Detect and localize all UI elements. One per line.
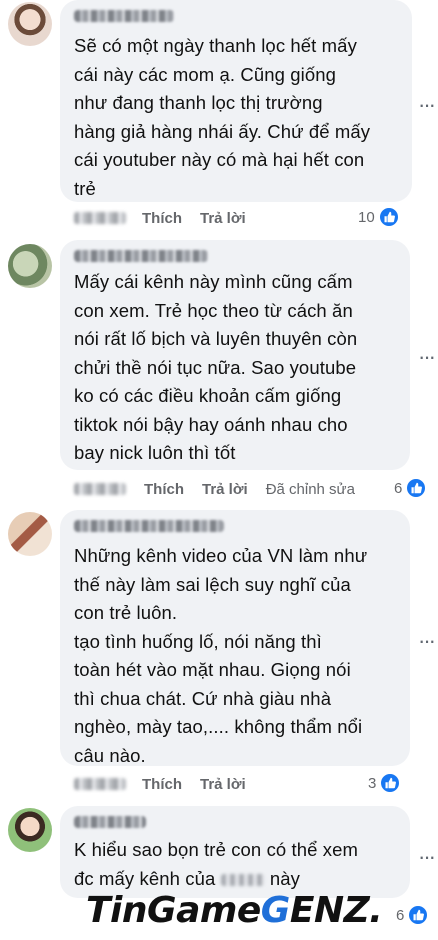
more-options-icon[interactable]: ··· [418, 846, 436, 868]
comment-bubble: Những kênh video của VN làm như thế này … [60, 510, 410, 766]
comment-actions: Thích Trả lời Đã chỉnh sửa [74, 477, 355, 501]
comment-actions: Thích Trả lời [74, 772, 264, 796]
reaction-summary[interactable]: 10 [358, 206, 400, 228]
more-options-icon[interactable]: ··· [418, 94, 436, 116]
like-link[interactable]: Thích [142, 210, 182, 227]
reply-link[interactable]: Trả lời [200, 776, 246, 793]
reaction-summary[interactable]: 6 [394, 477, 428, 499]
avatar[interactable] [8, 244, 52, 288]
avatar[interactable] [8, 808, 52, 852]
reply-link[interactable]: Trả lời [202, 481, 248, 498]
avatar[interactable] [8, 2, 52, 46]
reaction-summary[interactable]: 3 [368, 772, 402, 794]
comment-text: Những kênh video của VN làm như thế này … [74, 545, 368, 766]
timestamp-redacted [74, 212, 126, 224]
timestamp-redacted [74, 778, 126, 790]
like-link[interactable]: Thích [144, 481, 184, 498]
thumbs-up-icon [405, 477, 428, 499]
comment-text: K hiểu sao bọn trẻ con có thể xem đc mấy… [74, 839, 359, 889]
comment-actions: Thích Trả lời [74, 206, 264, 230]
redacted-word [220, 873, 265, 886]
like-link[interactable]: Thích [142, 776, 182, 793]
comment-bubble: Mấy cái kênh này mình cũng cấm con xem. … [60, 240, 410, 470]
author-name-redacted[interactable] [74, 10, 174, 22]
author-name-redacted[interactable] [74, 250, 208, 262]
timestamp-redacted [74, 483, 126, 495]
thumbs-up-icon [377, 206, 400, 228]
comment-bubble: Sẽ có một ngày thanh lọc hết mấy cái này… [60, 0, 412, 202]
comment-text: Mấy cái kênh này mình cũng cấm con xem. … [74, 271, 358, 463]
watermark-logo: TinGameGENZ. [86, 890, 383, 931]
comment-bubble: K hiểu sao bọn trẻ con có thể xem đc mấy… [60, 806, 410, 898]
reply-link[interactable]: Trả lời [200, 210, 246, 227]
reaction-count: 6 [394, 479, 403, 497]
author-name-redacted[interactable] [74, 816, 146, 828]
reaction-count: 6 [396, 906, 405, 924]
more-options-icon[interactable]: ··· [418, 630, 436, 652]
edited-label[interactable]: Đã chỉnh sửa [266, 481, 355, 498]
reaction-count: 10 [358, 208, 375, 226]
author-name-redacted[interactable] [74, 520, 224, 532]
comment-text: Sẽ có một ngày thanh lọc hết mấy cái này… [74, 35, 371, 199]
avatar[interactable] [8, 512, 52, 556]
reaction-count: 3 [368, 774, 377, 792]
more-options-icon[interactable]: ··· [418, 346, 436, 368]
reaction-summary[interactable]: 6 [396, 904, 430, 926]
thumbs-up-icon [407, 904, 430, 926]
thumbs-up-icon [379, 772, 402, 794]
